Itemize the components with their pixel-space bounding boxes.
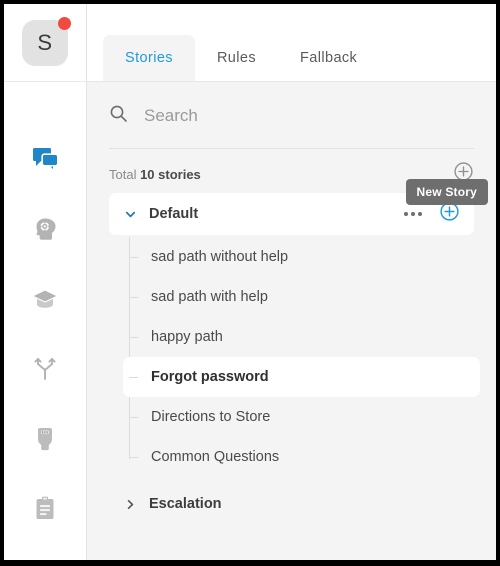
head-gear-icon: [32, 216, 58, 242]
clipboard-icon: [33, 495, 57, 523]
left-icon-rail: S: [4, 4, 87, 560]
search-row: [109, 104, 474, 149]
workspace-avatar-area: S: [4, 4, 86, 82]
tab-bar: Stories Rules Fallback: [87, 4, 496, 82]
total-prefix: Total: [109, 166, 141, 182]
list-item[interactable]: happy path: [129, 317, 474, 357]
sidebar-item-conversations[interactable]: [4, 124, 86, 194]
app-window: S Stories Rules Fallback Search Total 10…: [4, 4, 496, 560]
sidebar-item-branching[interactable]: [4, 334, 86, 404]
list-item[interactable]: sad path with help: [129, 277, 474, 317]
tab-rules[interactable]: Rules: [195, 35, 278, 81]
avatar[interactable]: S: [22, 16, 71, 66]
list-item[interactable]: Common Questions: [129, 437, 474, 477]
list-item[interactable]: sad path without help: [129, 237, 474, 277]
stories-tree: Default sad path without help sad path w…: [87, 193, 496, 560]
stories-panel: Stories Rules Fallback Total 10 stories: [87, 4, 496, 560]
rail-item-list: [4, 82, 86, 544]
tab-fallback[interactable]: Fallback: [278, 35, 379, 81]
search-input[interactable]: [144, 106, 474, 126]
default-group-children: sad path without help sad path with help…: [109, 237, 480, 477]
branch-fork-icon: [33, 356, 57, 382]
chat-bubbles-icon: [31, 145, 59, 173]
add-story-to-default-button[interactable]: [438, 202, 460, 225]
ellipsis-icon[interactable]: [404, 212, 422, 216]
total-count: 10 stories: [140, 166, 201, 182]
sidebar-item-bot[interactable]: [4, 404, 86, 474]
group-label-default: Default: [149, 206, 199, 222]
notification-dot-icon: [58, 16, 71, 30]
new-story-tooltip: New Story: [405, 179, 488, 205]
chevron-right-icon[interactable]: [121, 498, 139, 511]
robot-head-icon: [33, 425, 57, 453]
list-item[interactable]: Directions to Store: [129, 397, 474, 437]
tab-stories[interactable]: Stories: [103, 35, 195, 81]
list-item-selected[interactable]: Forgot password: [123, 357, 480, 397]
sidebar-item-ai-brain[interactable]: [4, 194, 86, 264]
sidebar-item-reports[interactable]: [4, 474, 86, 544]
search-icon: [109, 104, 128, 128]
search-area: [87, 82, 496, 149]
group-label-escalation: Escalation: [149, 496, 222, 512]
group-row-escalation[interactable]: Escalation: [109, 483, 474, 525]
chevron-down-icon[interactable]: [121, 208, 139, 221]
graduation-cap-icon: [31, 286, 59, 312]
summary-row: Total 10 stories New Story: [87, 149, 496, 205]
sidebar-item-training[interactable]: [4, 264, 86, 334]
total-stories-label: Total 10 stories: [109, 167, 201, 182]
